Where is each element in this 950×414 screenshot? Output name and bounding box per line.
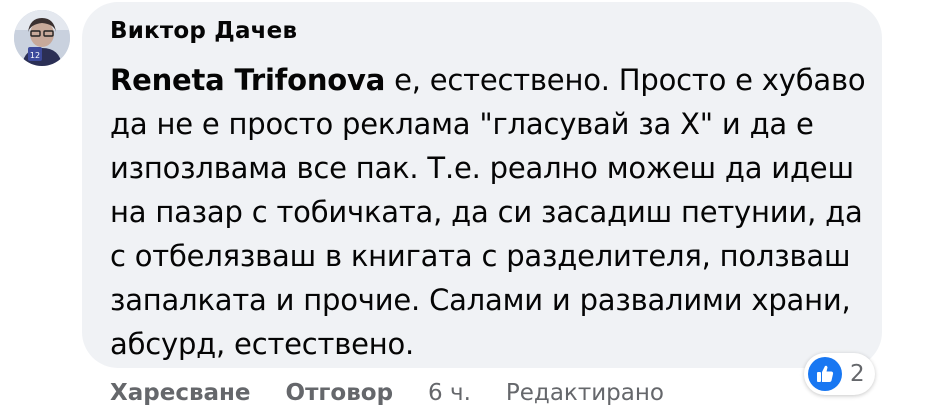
edited-label[interactable]: Редактирано — [506, 380, 664, 406]
comment-timestamp[interactable]: 6 ч. — [428, 380, 471, 406]
reactions-summary[interactable]: 2 — [804, 353, 875, 395]
comment-line: с отбелязваш в книгата с разделителя, по… — [110, 239, 851, 273]
comment-line: на пазар с тобичката, да си засадиш пету… — [110, 195, 863, 229]
comment-actions: Харесване Отговор 6 ч. Редактирано — [110, 376, 664, 410]
comment-line: абсурд, естествено. — [110, 327, 415, 361]
mention-link[interactable]: Reneta Trifonova — [110, 63, 385, 97]
avatar-badge-number: 12 — [30, 51, 40, 60]
comment-line: да не е просто реклама "гласувай за Х" и… — [110, 107, 814, 141]
reply-button[interactable]: Отговор — [286, 380, 394, 406]
like-button[interactable]: Харесване — [110, 380, 251, 406]
comment-author[interactable]: Виктор Дачев — [110, 18, 297, 44]
comment-line: изпозлвама все пак. Т.е. реално можеш да… — [110, 151, 854, 185]
comment-text: Reneta Trifonova е, естествено. Просто е… — [110, 58, 870, 366]
comment-bubble: Виктор Дачев Reneta Trifonova е, естеств… — [82, 2, 882, 368]
thumbs-up-icon — [808, 357, 842, 391]
comment-line: запалката и прочие. Салами и развалими х… — [110, 283, 851, 317]
comment-line-text: е, естествено. Просто е хубаво — [385, 63, 866, 97]
reaction-count: 2 — [850, 361, 865, 387]
avatar[interactable]: 12 — [14, 10, 70, 66]
comment-line: Reneta Trifonova е, естествено. Просто е… — [110, 58, 870, 102]
comment: 12 Виктор Дачев Reneta Trifonova е, есте… — [0, 0, 950, 414]
profile-photo-icon: 12 — [14, 10, 70, 66]
